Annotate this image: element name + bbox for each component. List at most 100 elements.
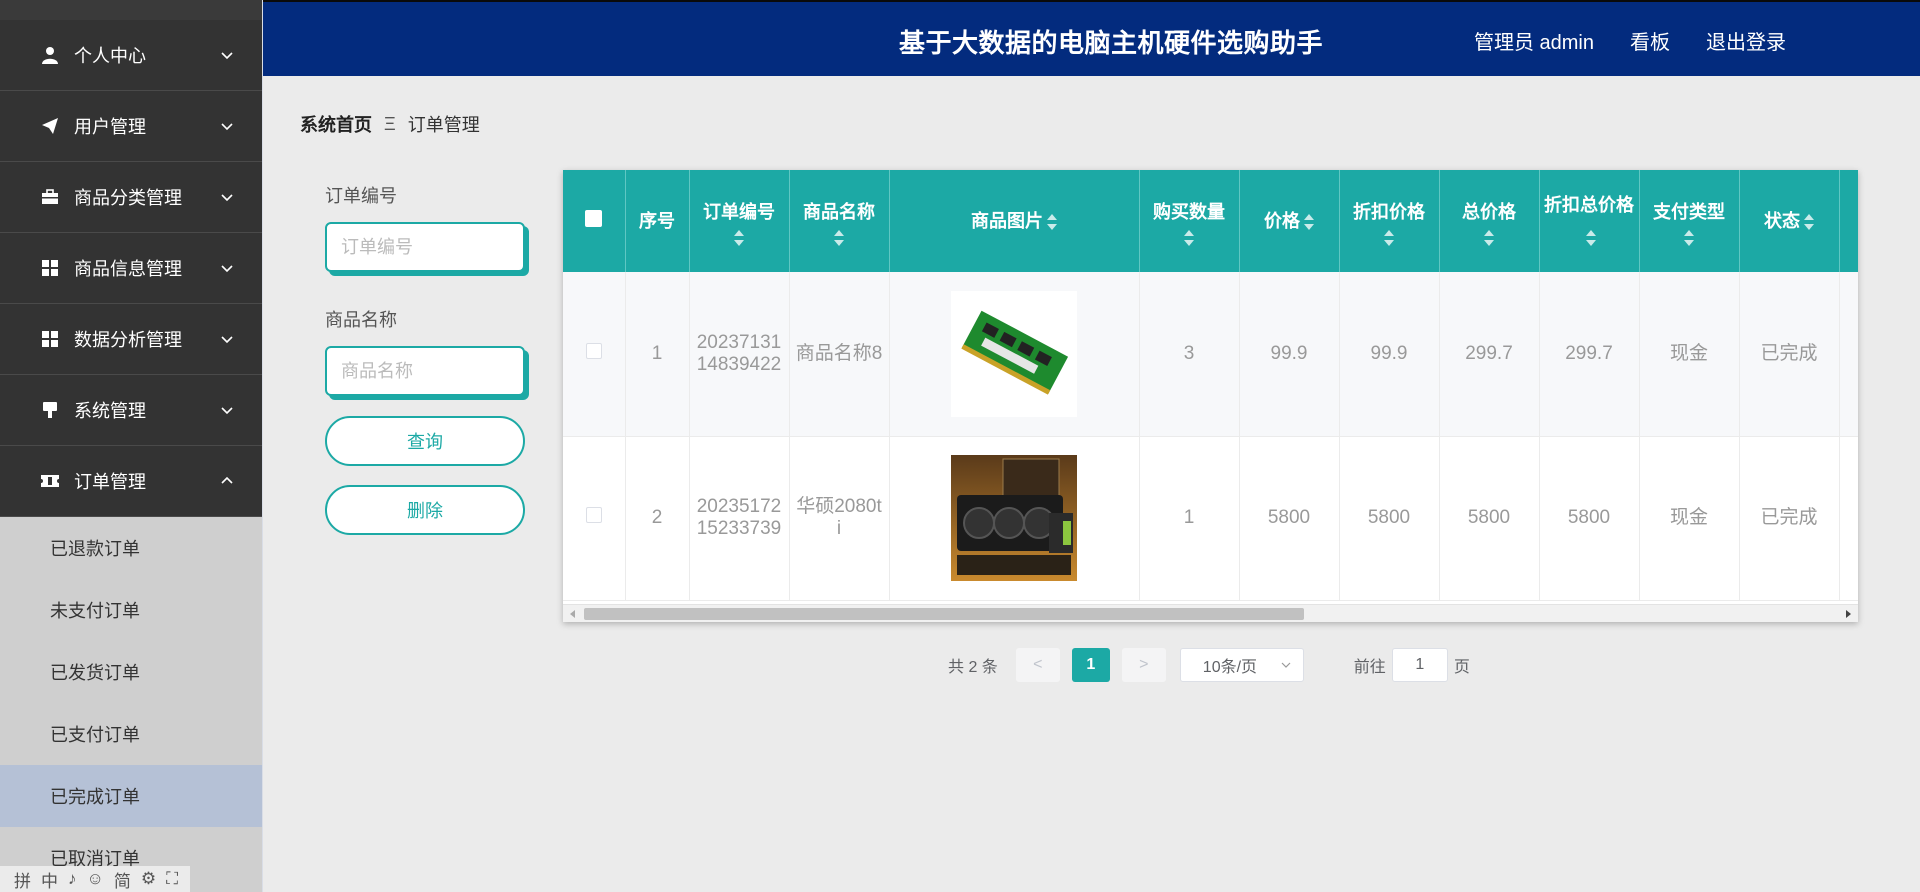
breadcrumb: 系统首页 Ξ 订单管理: [300, 111, 480, 137]
column-header-sortable[interactable]: 状态: [1739, 170, 1840, 272]
sidebar-item-personal-center[interactable]: 个人中心: [0, 20, 262, 91]
sidebar-item-label: 个人中心: [74, 46, 146, 66]
column-header-sortable[interactable]: 折扣价格: [1339, 170, 1440, 272]
sort-caret-icon[interactable]: [1184, 230, 1194, 246]
product-name-cell: 华硕2080ti: [789, 436, 890, 601]
dashboard-link[interactable]: 看板: [1630, 26, 1670, 55]
submenu-unpaid-orders[interactable]: 未支付订单: [0, 579, 262, 641]
order-submenu: 已退款订单 未支付订单 已发货订单 已支付订单 已完成订单 已取消订单: [0, 517, 262, 889]
column-header-sortable[interactable]: 商品图片: [889, 170, 1140, 272]
column-header-sortable[interactable]: 购买数量: [1139, 170, 1240, 272]
sort-caret-icon[interactable]: [1804, 214, 1814, 231]
user-icon: [40, 45, 60, 65]
column-header-sortable[interactable]: 支付类型: [1639, 170, 1740, 272]
scrollbar-thumb[interactable]: [584, 608, 1304, 620]
ime-settings-icon[interactable]: ⚙: [141, 869, 156, 889]
pay-type-cell: 现金: [1639, 436, 1740, 601]
sort-caret-icon[interactable]: [1484, 230, 1494, 246]
graphics-card-image[interactable]: [951, 455, 1077, 581]
ime-emoji-icon[interactable]: ☺: [87, 869, 104, 889]
submenu-completed-orders[interactable]: 已完成订单: [0, 765, 262, 827]
sidebar-item-system-management[interactable]: 系统管理: [0, 375, 262, 446]
column-header-sortable[interactable]: 商品名称: [789, 170, 890, 272]
page-size-select[interactable]: 10条/页: [1179, 648, 1304, 682]
row-checkbox[interactable]: [585, 507, 602, 523]
breadcrumb-home[interactable]: 系统首页: [300, 111, 372, 137]
sidebar-item-data-analysis[interactable]: 数据分析管理: [0, 304, 262, 375]
sidebar-item-user-management[interactable]: 用户管理: [0, 91, 262, 162]
total-count: 共 2 条: [948, 659, 998, 676]
sidebar-item-label: 商品分类管理: [74, 188, 182, 208]
sidebar-item-order-management[interactable]: 订单管理: [0, 446, 262, 517]
table-row[interactable]: 1 2023713114839422 商品名称8 3 99.9 99.9 299…: [563, 272, 1858, 437]
table-row[interactable]: 2 2023517215233739 华硕2080ti 1 5800 5800 …: [563, 436, 1858, 601]
sort-caret-icon[interactable]: [1384, 230, 1394, 246]
app-title: 基于大数据的电脑主机硬件选购助手: [899, 28, 1324, 58]
briefcase-icon: [40, 187, 60, 207]
goto-page-input[interactable]: [1391, 648, 1448, 682]
table-horizontal-scrollbar[interactable]: [563, 604, 1858, 622]
delete-button[interactable]: 删除: [325, 485, 525, 535]
top-header: 基于大数据的电脑主机硬件选购助手 管理员 admin 看板 退出登录: [263, 0, 1920, 76]
breadcrumb-separator: Ξ: [384, 113, 396, 134]
column-header-sortable[interactable]: 价格: [1239, 170, 1340, 272]
sort-caret-icon[interactable]: [1304, 214, 1314, 231]
sidebar-item-category-management[interactable]: 商品分类管理: [0, 162, 262, 233]
order-no-input[interactable]: [325, 222, 525, 272]
discount-price-cell: 5800: [1339, 436, 1440, 601]
ime-chinese-icon[interactable]: 中: [41, 867, 58, 892]
brush-icon: [40, 400, 60, 420]
ime-voice-icon[interactable]: ♪: [68, 869, 77, 889]
row-select-cell[interactable]: [563, 272, 626, 437]
chevron-down-icon: [221, 123, 233, 131]
sort-caret-icon[interactable]: [834, 230, 844, 246]
sidebar-item-label: 用户管理: [74, 117, 146, 137]
column-header-sortable[interactable]: 折扣总价格: [1539, 170, 1640, 272]
ime-simplified-icon[interactable]: 简: [114, 867, 131, 892]
chevron-down-icon: [221, 407, 233, 415]
chevron-down-icon: [221, 336, 233, 344]
sidebar-item-product-management[interactable]: 商品信息管理: [0, 233, 262, 304]
overflow-cell: [1839, 436, 1858, 601]
column-header: 序号: [625, 170, 690, 272]
prev-page-button[interactable]: <: [1015, 648, 1060, 682]
sidebar-item-label: 系统管理: [74, 401, 146, 421]
row-select-cell[interactable]: [563, 436, 626, 601]
grid-icon: [40, 258, 60, 278]
column-header-sortable[interactable]: 订单编号: [689, 170, 790, 272]
sort-caret-icon[interactable]: [1586, 230, 1596, 247]
admin-user-link[interactable]: 管理员 admin: [1474, 26, 1594, 55]
submenu-refunded-orders[interactable]: 已退款订单: [0, 517, 262, 579]
scroll-left-icon[interactable]: [570, 610, 575, 618]
column-header-sortable[interactable]: 总价格: [1439, 170, 1540, 272]
product-name-cell: 商品名称8: [789, 272, 890, 437]
ime-expand-icon[interactable]: ⛶: [166, 869, 178, 889]
ram-module-image[interactable]: [951, 290, 1077, 417]
chevron-down-icon: [221, 265, 233, 273]
paper-plane-icon: [40, 116, 60, 136]
orders-table: 序号 订单编号 商品名称 商品图片 购买数量 价格 折扣价格 总价格 折扣总价格…: [563, 170, 1858, 622]
next-page-button[interactable]: >: [1121, 648, 1166, 682]
sidebar-item-label: 数据分析管理: [74, 330, 182, 350]
search-panel: 订单编号 商品名称 查询 删除: [325, 182, 530, 554]
product-name-input[interactable]: [325, 346, 525, 396]
logout-link[interactable]: 退出登录: [1706, 26, 1786, 55]
quantity-cell: 3: [1139, 272, 1240, 437]
page-size-value: 10条/页: [1202, 659, 1258, 676]
submenu-shipped-orders[interactable]: 已发货订单: [0, 641, 262, 703]
sort-caret-icon[interactable]: [734, 230, 744, 246]
select-all-header[interactable]: [563, 170, 626, 272]
query-button[interactable]: 查询: [325, 416, 525, 466]
sort-caret-icon[interactable]: [1684, 230, 1694, 246]
scroll-right-icon[interactable]: [1846, 610, 1851, 618]
row-checkbox[interactable]: [585, 342, 602, 359]
order-no-label: 订单编号: [325, 186, 397, 206]
index-cell: 1: [625, 272, 690, 437]
submenu-paid-orders[interactable]: 已支付订单: [0, 703, 262, 765]
ime-pinyin-icon[interactable]: 拼: [14, 867, 31, 892]
page-number-button[interactable]: 1: [1071, 648, 1110, 682]
select-all-checkbox[interactable]: [585, 210, 603, 227]
product-image-cell: [889, 436, 1140, 601]
page-suffix-label: 页: [1453, 659, 1470, 676]
sort-caret-icon[interactable]: [1047, 214, 1057, 231]
